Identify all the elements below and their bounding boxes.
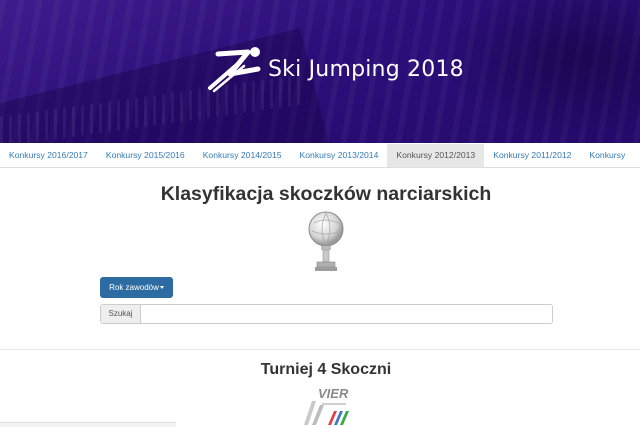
brand[interactable]: Ski Jumping 2018 [208, 44, 464, 94]
section-title: Turniej 4 Skoczni [260, 361, 392, 378]
ski-jumper-logo-icon [208, 47, 261, 93]
search-group: Szukaj [100, 304, 553, 324]
tab-2012-2013[interactable]: Konkursy 2012/2013 [387, 144, 485, 167]
search-label: Szukaj [101, 305, 141, 323]
page-title: Klasyfikacja skoczków narciarskich [160, 183, 492, 205]
bottom-panel-edge [0, 422, 176, 427]
crystal-globe-trophy-icon [308, 211, 344, 271]
tab-2016-2017[interactable]: Konkursy 2016/2017 [0, 144, 97, 167]
search-input[interactable] [141, 305, 552, 323]
tab-2013-2014[interactable]: Konkursy 2013/2014 [291, 144, 388, 167]
season-tabs: Konkursy 2016/2017 Konkursy 2015/2016 Ko… [0, 144, 640, 168]
tab-2014-2015[interactable]: Konkursy 2014/2015 [194, 144, 291, 167]
year-dropdown-label: Rok zawodów [109, 283, 159, 292]
header-banner: Ski Jumping 2018 [0, 0, 640, 143]
section-divider [0, 349, 640, 350]
year-dropdown-button[interactable]: Rok zawodów [100, 277, 173, 298]
tab-more[interactable]: Konkursy [580, 144, 634, 167]
site-title: Ski Jumping 2018 [268, 56, 464, 82]
banner-trees [440, 0, 640, 143]
tab-2011-2012[interactable]: Konkursy 2011/2012 [484, 144, 580, 167]
tab-2015-2016[interactable]: Konkursy 2015/2016 [97, 144, 194, 167]
four-hills-tournament-logo-icon: VIER [304, 386, 349, 425]
caret-down-icon [159, 286, 164, 290]
logo-text: VIER [318, 386, 349, 401]
